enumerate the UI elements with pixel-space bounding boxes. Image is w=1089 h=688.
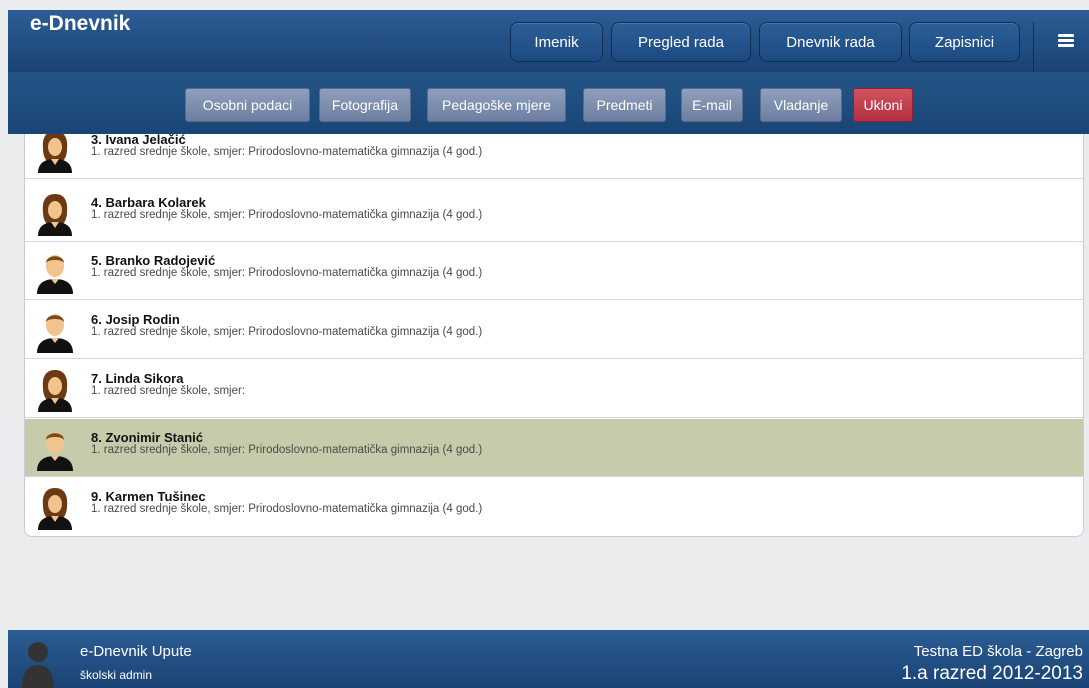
nav-pregled-rada-button[interactable]: Pregled rada	[611, 22, 751, 62]
student-row[interactable]: 9. Karmen Tušinec 1. razred srednje škole…	[25, 478, 1083, 536]
student-detail: 1. razred srednje škole, smjer:	[91, 385, 246, 397]
footer-bar: e-Dnevnik Upute školski admin Testna ED …	[8, 630, 1089, 688]
school-name: Testna ED škola - Zagreb	[913, 643, 1083, 660]
student-row[interactable]: 3. Ivana Jelačić 1. razred srednje škole,…	[25, 134, 1083, 179]
nav-divider	[1033, 22, 1034, 74]
student-name: 4. Barbara Kolarek	[91, 195, 206, 210]
student-name: 5. Branko Radojević	[91, 253, 216, 268]
female-avatar-icon	[35, 486, 75, 530]
student-detail: 1. razred srednje škole, smjer: Prirodos…	[91, 503, 483, 515]
male-avatar-icon	[35, 250, 75, 294]
student-detail: 1. razred srednje škole, smjer: Prirodos…	[91, 444, 483, 456]
student-name: 9. Karmen Tušinec	[91, 489, 206, 504]
nav-imenik-button[interactable]: Imenik	[510, 22, 603, 62]
nav-zapisnici-button[interactable]: Zapisnici	[909, 22, 1020, 62]
female-avatar-icon	[35, 134, 75, 173]
student-list: 3. Ivana Jelačić 1. razred srednje škole,…	[24, 134, 1084, 537]
predmeti-button[interactable]: Predmeti	[583, 88, 666, 122]
app-brand[interactable]: e-Dnevnik	[30, 12, 130, 36]
nav-dnevnik-rada-button[interactable]: Dnevnik rada	[759, 22, 902, 62]
male-avatar-icon	[35, 309, 75, 353]
help-link[interactable]: e-Dnevnik Upute	[80, 643, 192, 660]
student-detail: 1. razred srednje škole, smjer: Prirodos…	[91, 209, 483, 221]
fotografija-button[interactable]: Fotografija	[319, 88, 411, 122]
student-detail: 1. razred srednje škole, smjer: Prirodos…	[91, 267, 483, 279]
student-toolbar: Osobni podaci Fotografija Pedagoške mjer…	[8, 72, 1089, 134]
vladanje-button[interactable]: Vladanje	[760, 88, 842, 122]
osobni-podaci-button[interactable]: Osobni podaci	[185, 88, 310, 122]
student-detail: 1. razred srednje škole, smjer: Prirodos…	[91, 146, 483, 158]
student-row[interactable]: 7. Linda Sikora 1. razred srednje škole, …	[25, 360, 1083, 418]
ukloni-button[interactable]: Ukloni	[853, 88, 913, 122]
student-name: 8. Zvonimir Stanić	[91, 430, 203, 445]
student-row[interactable]: 4. Barbara Kolarek 1. razred srednje škol…	[25, 184, 1083, 242]
user-avatar-icon	[22, 642, 54, 688]
female-avatar-icon	[35, 368, 75, 412]
student-name: 6. Josip Rodin	[91, 312, 180, 327]
student-detail: 1. razred srednje škole, smjer: Prirodos…	[91, 326, 483, 338]
hamburger-menu-icon[interactable]	[1058, 34, 1074, 48]
student-row[interactable]: 8. Zvonimir Stanić 1. razred srednje škol…	[25, 419, 1083, 477]
user-role: školski admin	[80, 668, 153, 682]
student-name: 7. Linda Sikora	[91, 371, 184, 386]
email-button[interactable]: E-mail	[681, 88, 743, 122]
top-navigation-bar: e-Dnevnik Imenik Pregled rada Dnevnik ra…	[8, 10, 1089, 74]
student-row[interactable]: 6. Josip Rodin 1. razred srednje škole, s…	[25, 301, 1083, 359]
student-row[interactable]: 5. Branko Radojević 1. razred srednje ško…	[25, 242, 1083, 300]
pedagoske-mjere-button[interactable]: Pedagoške mjere	[427, 88, 566, 122]
class-name: 1.a razred 2012-2013	[901, 663, 1083, 684]
female-avatar-icon	[35, 192, 75, 236]
male-avatar-icon	[35, 427, 75, 471]
